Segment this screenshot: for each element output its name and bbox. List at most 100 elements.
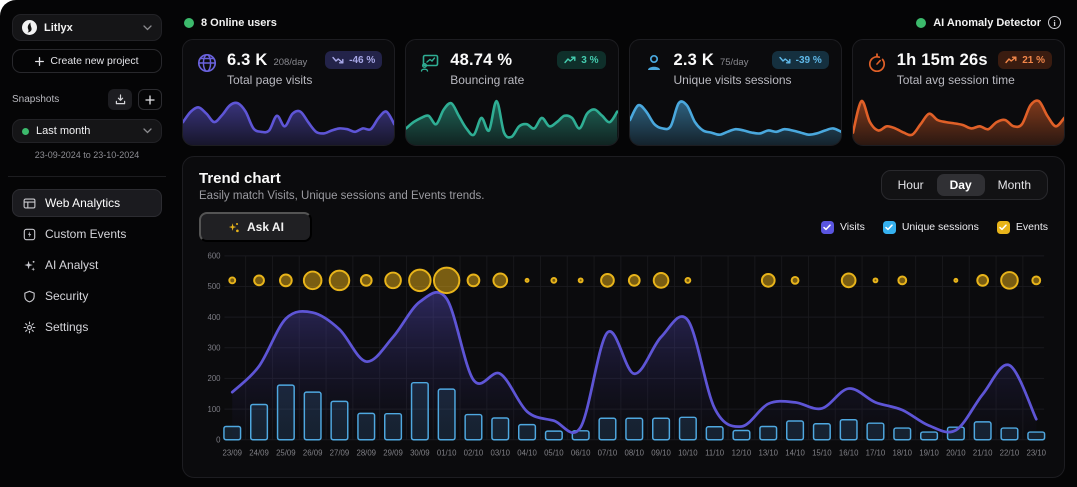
- stat-card-avg-session-time: 1h 15m 26s Total avg session time 21 %: [852, 39, 1065, 146]
- ask-ai-label: Ask AI: [247, 220, 284, 234]
- svg-text:17/10: 17/10: [866, 448, 886, 457]
- sidebar-item-security[interactable]: Security: [12, 282, 162, 310]
- sidebar-divider: [8, 176, 166, 177]
- timer-icon: [866, 52, 888, 79]
- sidebar-item-custom-events[interactable]: Custom Events: [12, 220, 162, 248]
- sidebar: Litlyx Create new project Snapshots Last…: [0, 0, 172, 487]
- svg-text:20/10: 20/10: [946, 448, 966, 457]
- svg-text:13/10: 13/10: [758, 448, 778, 457]
- tab-month[interactable]: Month: [985, 174, 1044, 196]
- svg-text:25/09: 25/09: [276, 448, 296, 457]
- checkbox-checked-icon[interactable]: [883, 221, 896, 234]
- snapshot-date-range: 23-09-2024 to 23-10-2024: [12, 150, 162, 160]
- ask-ai-button[interactable]: Ask AI: [199, 212, 312, 242]
- trend-badge: -39 %: [772, 51, 829, 69]
- add-snapshot-button[interactable]: [138, 89, 162, 110]
- card-sparkline-chart: [183, 93, 394, 145]
- trend-up-icon: [1005, 56, 1017, 64]
- ai-anomaly-detector: AI Anomaly Detector i: [916, 16, 1061, 29]
- sidebar-item-label: Settings: [45, 320, 88, 334]
- create-project-label: Create new project: [50, 55, 138, 67]
- project-selector[interactable]: Litlyx: [12, 14, 162, 41]
- plus-icon: [145, 95, 155, 105]
- stat-cards-row: 6.3 K 208/day Total page visits -46 %: [182, 39, 1065, 146]
- trend-chart[interactable]: 0 100 200 300 400 500 600 23/09 24/09 25/09 26/09 2…: [199, 248, 1048, 469]
- card-value: 2.3 K: [674, 51, 714, 70]
- stat-card-total-page-visits: 6.3 K 208/day Total page visits -46 %: [182, 39, 395, 146]
- online-users-label: 8 Online users: [201, 17, 277, 29]
- svg-text:16/10: 16/10: [839, 448, 859, 457]
- trend-badge: 21 %: [998, 51, 1052, 69]
- shield-icon: [22, 290, 36, 303]
- svg-text:500: 500: [207, 282, 221, 291]
- legend-unique-sessions[interactable]: Unique sessions: [883, 221, 979, 234]
- card-label: Unique visits sessions: [674, 73, 792, 87]
- litlyx-logo-icon: [22, 20, 37, 35]
- snapshot-selected-value: Last month: [36, 125, 136, 137]
- svg-text:01/10: 01/10: [437, 448, 457, 457]
- svg-text:300: 300: [207, 344, 221, 353]
- svg-text:23/09: 23/09: [222, 448, 242, 457]
- export-snapshot-button[interactable]: [108, 89, 132, 110]
- anomaly-status-dot: [916, 18, 926, 28]
- online-status-dot: [184, 18, 194, 28]
- svg-text:23/10: 23/10: [1026, 448, 1046, 457]
- stat-card-bouncing-rate: 48.74 % Bouncing rate 3 %: [405, 39, 618, 146]
- anomaly-detector-label: AI Anomaly Detector: [933, 17, 1041, 29]
- trend-down-icon: [779, 56, 791, 64]
- plus-icon: [35, 57, 44, 66]
- svg-text:24/09: 24/09: [249, 448, 269, 457]
- snapshot-select[interactable]: Last month: [12, 119, 162, 143]
- svg-text:29/09: 29/09: [383, 448, 403, 457]
- svg-text:200: 200: [207, 374, 221, 383]
- card-per-day: 75/day: [720, 57, 749, 68]
- legend-visits[interactable]: Visits: [821, 221, 865, 234]
- sidebar-item-label: Web Analytics: [45, 196, 120, 210]
- svg-text:04/10: 04/10: [517, 448, 537, 457]
- trend-down-icon: [332, 56, 344, 64]
- info-icon[interactable]: i: [1048, 16, 1061, 29]
- snapshot-color-dot: [22, 128, 29, 135]
- main-content: 8 Online users AI Anomaly Detector i 6.3…: [172, 0, 1077, 487]
- bounce-screen-icon: [419, 52, 441, 79]
- svg-text:14/10: 14/10: [785, 448, 805, 457]
- svg-text:30/09: 30/09: [410, 448, 430, 457]
- panel-subtitle: Easily match Visits, Unique sessions and…: [199, 190, 485, 202]
- sidebar-item-ai-analyst[interactable]: AI Analyst: [12, 251, 162, 279]
- project-name: Litlyx: [44, 22, 136, 34]
- tab-hour[interactable]: Hour: [885, 174, 937, 196]
- sparkles-icon: [22, 259, 36, 272]
- svg-text:26/09: 26/09: [303, 448, 323, 457]
- svg-text:05/10: 05/10: [544, 448, 564, 457]
- svg-text:09/10: 09/10: [651, 448, 671, 457]
- svg-text:18/10: 18/10: [892, 448, 912, 457]
- checkbox-checked-icon[interactable]: [821, 221, 834, 234]
- tab-day[interactable]: Day: [937, 174, 985, 196]
- gear-icon: [22, 321, 36, 334]
- legend-events[interactable]: Events: [997, 221, 1048, 234]
- user-icon: [643, 52, 665, 79]
- svg-text:27/09: 27/09: [330, 448, 350, 457]
- svg-text:600: 600: [207, 252, 221, 261]
- svg-text:21/10: 21/10: [973, 448, 993, 457]
- svg-text:400: 400: [207, 313, 221, 322]
- svg-text:02/10: 02/10: [464, 448, 484, 457]
- svg-text:06/10: 06/10: [571, 448, 591, 457]
- card-label: Total page visits: [227, 73, 312, 87]
- svg-text:0: 0: [216, 435, 221, 444]
- checkbox-checked-icon[interactable]: [997, 221, 1010, 234]
- trend-badge: 3 %: [557, 51, 605, 69]
- svg-text:100: 100: [207, 405, 221, 414]
- svg-text:11/10: 11/10: [705, 448, 725, 457]
- card-label: Total avg session time: [897, 73, 1015, 87]
- sidebar-item-settings[interactable]: Settings: [12, 313, 162, 341]
- online-users: 8 Online users: [184, 17, 277, 29]
- svg-text:03/10: 03/10: [490, 448, 510, 457]
- card-value: 1h 15m 26s: [897, 51, 988, 70]
- sidebar-item-label: Security: [45, 289, 88, 303]
- svg-text:10/10: 10/10: [678, 448, 698, 457]
- svg-text:08/10: 08/10: [624, 448, 644, 457]
- sidebar-item-web-analytics[interactable]: Web Analytics: [12, 189, 162, 217]
- create-project-button[interactable]: Create new project: [12, 49, 162, 73]
- event-bolt-icon: [22, 228, 36, 241]
